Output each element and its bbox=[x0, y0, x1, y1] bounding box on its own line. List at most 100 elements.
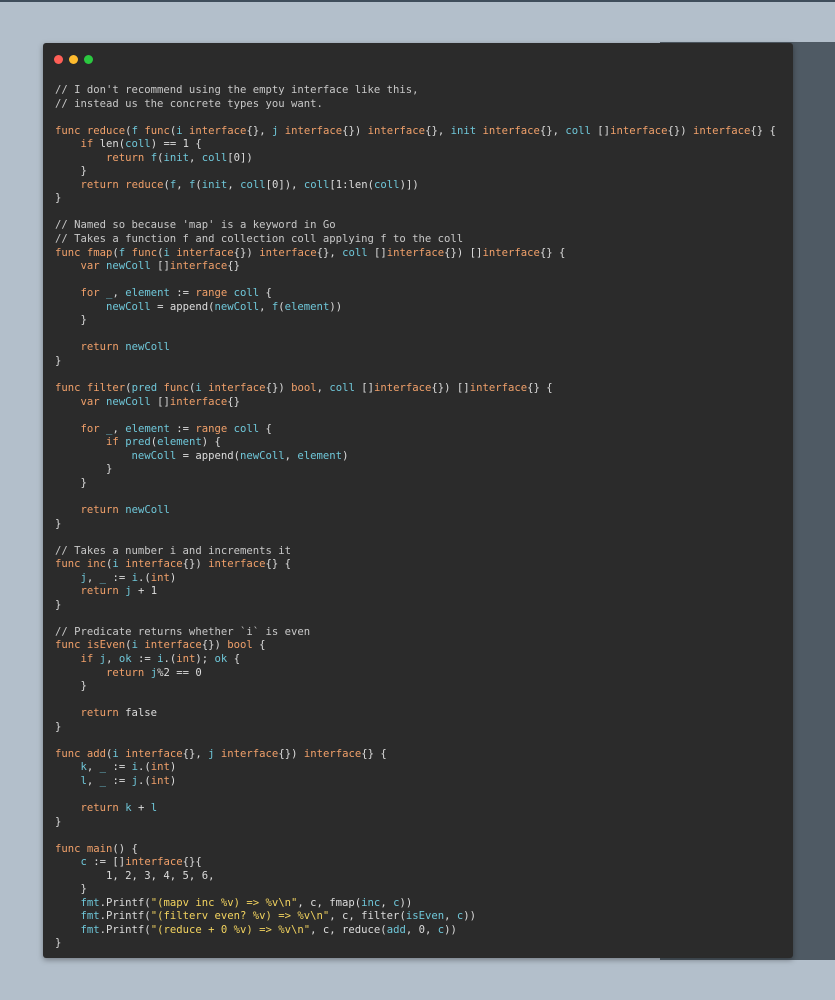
code-token: interface bbox=[259, 246, 317, 259]
code-token: newColl bbox=[239, 449, 285, 462]
code-token: , bbox=[86, 571, 100, 584]
code-token: return bbox=[80, 178, 119, 191]
code-token: interface bbox=[144, 639, 202, 652]
code-token: + bbox=[131, 801, 151, 814]
code-token: false bbox=[118, 707, 158, 720]
code-line: func main() { bbox=[55, 843, 776, 857]
code-line: fmt.Printf("(reduce + 0 %v) => %v\n", c,… bbox=[55, 924, 776, 938]
code-token: , bbox=[86, 761, 100, 774]
code-token: coll bbox=[342, 246, 368, 259]
code-token: ) { bbox=[201, 436, 221, 449]
code-comment-line: // instead us the concrete types you wan… bbox=[55, 98, 776, 112]
code-token: coll bbox=[233, 422, 260, 435]
code-token: [0]) bbox=[227, 151, 253, 164]
code-token: , bbox=[444, 910, 457, 923]
code-token: } bbox=[55, 165, 87, 178]
code-token: ) bbox=[169, 571, 177, 584]
code-line: } bbox=[55, 937, 776, 951]
code-token: { bbox=[259, 422, 272, 435]
code-line: return f(init, coll[0]) bbox=[55, 152, 776, 166]
code-token: // Predicate returns whether `i` is even bbox=[55, 625, 311, 638]
code-token: return bbox=[106, 666, 145, 679]
code-token: return bbox=[80, 801, 119, 814]
code-token: {}, bbox=[246, 124, 272, 137]
code-token: + 1 bbox=[131, 585, 158, 598]
code-token: func bbox=[55, 842, 87, 855]
code-token: func bbox=[55, 124, 87, 137]
code-token: coll bbox=[240, 178, 266, 191]
code-token: { bbox=[252, 639, 266, 652]
code-comment-line: // Takes a number i and increments it bbox=[55, 545, 776, 559]
code-token: interface bbox=[374, 382, 432, 395]
code-line: newColl = append(newColl, element) bbox=[55, 450, 776, 464]
code-token: {}) bbox=[233, 246, 260, 259]
code-token: {}) bbox=[201, 639, 228, 652]
code-token: inc bbox=[361, 896, 381, 909]
code-token: ) bbox=[169, 774, 177, 787]
code-token: fmap bbox=[86, 246, 113, 259]
code-token: newColl bbox=[106, 260, 151, 273]
code-token: newColl bbox=[214, 300, 260, 313]
minimize-dot-icon[interactable] bbox=[69, 55, 78, 64]
code-token: coll bbox=[374, 178, 400, 191]
code-token: newColl bbox=[106, 300, 151, 313]
code-token: )) bbox=[399, 896, 413, 909]
code-line: } bbox=[55, 165, 776, 179]
code-token: {}) bbox=[265, 382, 292, 395]
code-token: newColl bbox=[125, 503, 170, 516]
code-line: return j + 1 bbox=[55, 585, 776, 599]
code-line: func isEven(i interface{}) bool { bbox=[55, 639, 776, 653]
code-token: } bbox=[55, 314, 87, 327]
code-token: [] bbox=[150, 395, 170, 408]
code-comment-line: // Predicate returns whether `i` is even bbox=[55, 626, 776, 640]
code-token: coll bbox=[565, 124, 591, 137]
code-token: , bbox=[189, 151, 202, 164]
code-line: func add(i interface{}, j interface{}) i… bbox=[55, 748, 776, 762]
code-line: return newColl bbox=[55, 504, 776, 518]
code-token: := bbox=[106, 774, 132, 787]
code-token: // Named so because 'map' is a keyword i… bbox=[55, 219, 336, 232]
code-token: pred bbox=[131, 382, 158, 395]
code-token: {} { bbox=[750, 124, 776, 137]
code-token: isEven bbox=[86, 639, 126, 652]
code-token: fmt bbox=[80, 910, 100, 923]
code-token: {}) bbox=[667, 124, 693, 137]
code-token: )]) bbox=[399, 178, 419, 191]
code-token: // I don't recommend using the empty int… bbox=[55, 84, 419, 96]
code-line: } bbox=[55, 355, 776, 369]
code-token: } bbox=[55, 680, 87, 693]
code-line: func reduce(f func(i interface{}, j inte… bbox=[55, 125, 776, 139]
code-token: func bbox=[55, 246, 87, 259]
code-token: func bbox=[131, 246, 158, 259]
code-token: interface bbox=[284, 124, 343, 137]
code-token: {} { bbox=[361, 747, 387, 760]
code-token: interface bbox=[125, 747, 183, 760]
code-token: interface bbox=[189, 124, 247, 137]
code-token: reduce bbox=[86, 124, 126, 137]
code-token: int bbox=[150, 571, 170, 584]
code-token: fmt bbox=[80, 896, 100, 909]
close-dot-icon[interactable] bbox=[54, 55, 63, 64]
code-token: "(reduce + 0 %v) => %v\n" bbox=[150, 923, 311, 936]
maximize-dot-icon[interactable] bbox=[84, 55, 93, 64]
code-token: )) bbox=[329, 300, 343, 313]
code-token: , bbox=[380, 896, 394, 909]
code-token: var bbox=[80, 395, 100, 408]
top-border bbox=[0, 0, 835, 2]
code-token: , bbox=[259, 300, 272, 313]
code-token: := bbox=[106, 571, 132, 584]
